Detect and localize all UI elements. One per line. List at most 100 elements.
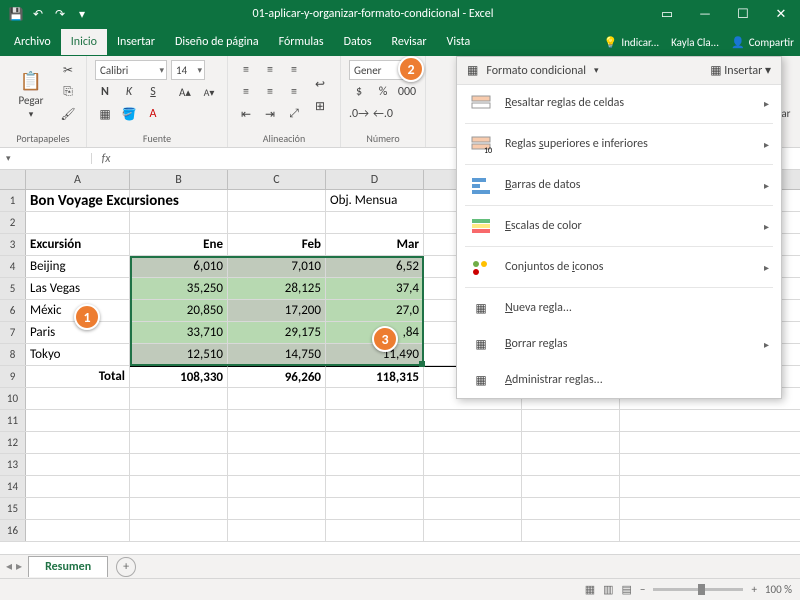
icon-sets-icon bbox=[469, 257, 493, 277]
zoom-level[interactable]: 100 % bbox=[765, 583, 792, 596]
sheet-tab-resumen[interactable]: Resumen bbox=[28, 556, 108, 577]
underline-icon[interactable]: S bbox=[143, 82, 163, 102]
undo-icon[interactable]: ↶ bbox=[30, 7, 46, 22]
menu-color-scales[interactable]: Escalas de color bbox=[457, 208, 781, 244]
cond-format-button[interactable]: Formato condicional bbox=[486, 64, 586, 78]
align-left-icon[interactable]: ≡ bbox=[236, 82, 256, 102]
shrink-font-icon[interactable]: A▾ bbox=[199, 82, 219, 102]
col-D[interactable]: D bbox=[326, 170, 424, 189]
tab-insertar[interactable]: Insertar bbox=[107, 29, 165, 55]
row-2[interactable]: 2 bbox=[0, 212, 26, 233]
window-minimize-icon[interactable]: — bbox=[686, 7, 724, 22]
menu-top-bottom[interactable]: 10 Reglas superiores e inferiores bbox=[457, 126, 781, 162]
align-mid-icon[interactable]: ≡ bbox=[260, 60, 280, 80]
menu-data-bars[interactable]: Barras de datos bbox=[457, 167, 781, 203]
ribbon-tabs: Archivo Inicio Insertar Diseño de página… bbox=[0, 28, 800, 56]
tab-archivo[interactable]: Archivo bbox=[4, 29, 61, 55]
inc-decimal-icon[interactable]: .0→ bbox=[349, 104, 369, 124]
highlight-rules-icon bbox=[469, 93, 493, 113]
paste-button[interactable]: 📋 Pegar ▾ bbox=[8, 60, 54, 130]
format-painter-icon[interactable]: 🖌 bbox=[58, 104, 78, 124]
italic-icon[interactable]: K bbox=[119, 82, 139, 102]
menu-icon-sets[interactable]: Conjuntos de iconos bbox=[457, 249, 781, 285]
comma-icon[interactable]: 000 bbox=[397, 82, 417, 102]
title-bar: 💾 ↶ ↷ ▾ 01-aplicar-y-organizar-formato-c… bbox=[0, 0, 800, 28]
merge-icon[interactable]: ⊞ bbox=[308, 96, 332, 116]
tab-revisar[interactable]: Revisar bbox=[382, 29, 437, 55]
indent-dec-icon[interactable]: ⇤ bbox=[236, 104, 256, 124]
cell-A1[interactable]: Bon Voyage Excursiones bbox=[26, 190, 130, 211]
user-name[interactable]: Kayla Cla... bbox=[671, 36, 719, 49]
zoom-slider[interactable] bbox=[653, 588, 743, 591]
name-box[interactable] bbox=[0, 153, 92, 164]
zoom-out-icon[interactable]: − bbox=[640, 583, 645, 596]
share-button[interactable]: Compartir bbox=[749, 36, 794, 49]
window-title: 01-aplicar-y-organizar-formato-condicion… bbox=[98, 7, 648, 21]
col-A[interactable]: A bbox=[26, 170, 130, 189]
window-full-icon[interactable]: ▭ bbox=[648, 7, 686, 22]
window-close-icon[interactable]: ✕ bbox=[762, 7, 800, 22]
share-icon[interactable]: 👤 bbox=[731, 36, 745, 49]
tab-formulas[interactable]: Fórmulas bbox=[269, 29, 334, 55]
bold-icon[interactable]: N bbox=[95, 82, 115, 102]
cell-D1[interactable]: Obj. Mensua bbox=[326, 190, 424, 211]
indent-inc-icon[interactable]: ⇥ bbox=[260, 104, 280, 124]
insert-cells-button[interactable]: ▦ Insertar ▾ bbox=[710, 63, 771, 78]
border-icon[interactable]: ▦ bbox=[95, 104, 115, 124]
tell-me[interactable]: Indicar... bbox=[621, 36, 659, 49]
data-bars-icon bbox=[469, 175, 493, 195]
zoom-in-icon[interactable]: + bbox=[751, 583, 756, 596]
qat-more-icon[interactable]: ▾ bbox=[74, 7, 90, 22]
font-color-icon[interactable]: A bbox=[143, 104, 163, 124]
tab-inicio[interactable]: Inicio bbox=[61, 29, 107, 55]
redo-icon[interactable]: ↷ bbox=[52, 7, 68, 22]
view-pagebreak-icon[interactable]: ▤ bbox=[622, 583, 632, 596]
quick-access-toolbar: 💾 ↶ ↷ ▾ bbox=[0, 7, 98, 22]
fx-icon[interactable]: fx bbox=[92, 152, 120, 166]
font-size-combo[interactable]: 14 bbox=[171, 60, 205, 80]
align-center-icon[interactable]: ≡ bbox=[260, 82, 280, 102]
sheet-nav-last-icon[interactable]: ▸ bbox=[16, 559, 22, 574]
window-maximize-icon[interactable]: ☐ bbox=[724, 7, 762, 22]
align-top-icon[interactable]: ≡ bbox=[236, 60, 256, 80]
align-bot-icon[interactable]: ≡ bbox=[284, 60, 304, 80]
status-bar: ▦ ▥ ▤ − + 100 % bbox=[0, 578, 800, 600]
callout-3: 3 bbox=[372, 326, 398, 352]
fill-color-icon[interactable]: 🪣 bbox=[119, 104, 139, 124]
dec-decimal-icon[interactable]: ←.0 bbox=[373, 104, 393, 124]
new-rule-icon: ▦ bbox=[469, 298, 493, 318]
wrap-text-icon[interactable]: ↩ bbox=[308, 74, 332, 94]
menu-new-rule[interactable]: ▦ Nueva regla... bbox=[457, 290, 781, 326]
row-3[interactable]: 3 bbox=[0, 234, 26, 255]
group-font: Fuente bbox=[95, 130, 219, 145]
tab-vista[interactable]: Vista bbox=[437, 29, 481, 55]
orientation-icon[interactable]: ⤢ bbox=[284, 104, 304, 124]
grow-font-icon[interactable]: A▴ bbox=[175, 82, 195, 102]
save-icon[interactable]: 💾 bbox=[8, 7, 24, 22]
menu-clear-rules[interactable]: ▦ Borrar reglas bbox=[457, 326, 781, 362]
copy-icon[interactable]: ⎘ bbox=[58, 82, 78, 102]
tab-diseno[interactable]: Diseño de página bbox=[165, 29, 269, 55]
sheet-nav-first-icon[interactable]: ◂ bbox=[6, 559, 12, 574]
group-clipboard: Portapapeles bbox=[8, 130, 78, 145]
select-all[interactable] bbox=[0, 170, 26, 189]
col-C[interactable]: C bbox=[228, 170, 326, 189]
top-bottom-icon: 10 bbox=[469, 134, 493, 154]
view-layout-icon[interactable]: ▥ bbox=[603, 583, 613, 596]
sheet-tab-bar: ◂ ▸ Resumen + bbox=[0, 554, 800, 578]
row-1[interactable]: 1 bbox=[0, 190, 26, 211]
menu-highlight-rules[interactable]: RResaltar reglas de celdasesaltar reglas… bbox=[457, 85, 781, 121]
view-normal-icon[interactable]: ▦ bbox=[585, 583, 595, 596]
currency-icon[interactable]: $ bbox=[349, 82, 369, 102]
cut-icon[interactable]: ✂ bbox=[58, 60, 78, 80]
clear-rules-icon: ▦ bbox=[469, 334, 493, 354]
new-sheet-button[interactable]: + bbox=[116, 557, 136, 577]
tab-datos[interactable]: Datos bbox=[334, 29, 382, 55]
menu-manage-rules[interactable]: ▦ Administrar reglas... bbox=[457, 362, 781, 398]
percent-icon[interactable]: % bbox=[373, 82, 393, 102]
align-right-icon[interactable]: ≡ bbox=[284, 82, 304, 102]
font-combo[interactable]: Calibri bbox=[95, 60, 167, 80]
manage-rules-icon: ▦ bbox=[469, 370, 493, 390]
bulb-icon[interactable]: 💡 bbox=[604, 36, 618, 49]
col-B[interactable]: B bbox=[130, 170, 228, 189]
